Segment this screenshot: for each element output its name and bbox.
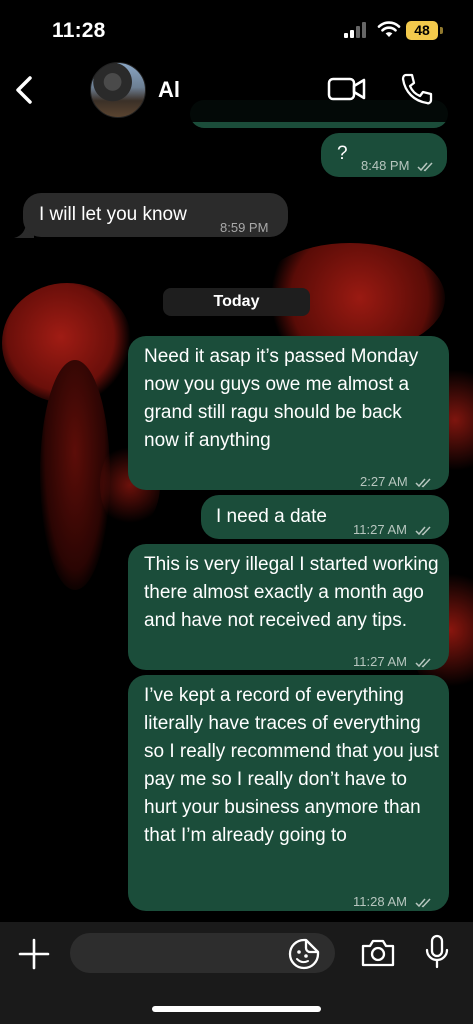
message-time: 11:27 AM [353, 522, 407, 537]
message-bubble-outgoing[interactable]: ? 8:48 PM [321, 133, 447, 177]
battery-tip [440, 27, 443, 34]
double-check-icon [417, 162, 433, 172]
microphone-icon[interactable] [424, 934, 450, 970]
message-text: I need a date [216, 506, 327, 527]
message-bubble-outgoing[interactable]: This is very illegal I started working t… [128, 544, 449, 670]
message-text: This is very illegal I started working t… [144, 554, 439, 631]
sticker-icon[interactable] [287, 937, 321, 971]
double-check-icon [415, 658, 431, 668]
double-check-icon [415, 478, 431, 488]
message-meta: 11:28 AM [353, 888, 433, 916]
message-meta: 2:27 AM [360, 468, 433, 496]
status-time: 11:28 [52, 19, 106, 42]
message-meta: 11:27 AM [353, 516, 433, 544]
wifi-icon [377, 21, 401, 37]
message-bubble-outgoing[interactable]: Need it asap it’s passed Monday now you … [128, 336, 449, 490]
message-bubble-outgoing[interactable]: I’ve kept a record of everything literal… [128, 675, 449, 911]
video-call-icon[interactable] [327, 74, 367, 104]
double-check-icon [415, 898, 431, 908]
message-bubble-outgoing[interactable]: I need a date 11:27 AM [201, 495, 449, 539]
message-time: 11:27 AM [353, 654, 407, 669]
message-meta: 11:27 AM [353, 648, 433, 676]
message-text: ? [337, 143, 348, 164]
home-indicator[interactable] [152, 1006, 321, 1012]
message-bubble-incoming[interactable]: I will let you know 8:59 PM [23, 193, 288, 237]
contact-avatar[interactable] [90, 62, 146, 118]
cellular-signal-icon [344, 22, 370, 38]
message-meta: 8:48 PM [361, 152, 435, 180]
back-chevron-icon[interactable] [10, 70, 40, 110]
message-time: 2:27 AM [360, 474, 408, 489]
double-check-icon [415, 526, 431, 536]
message-text: I will let you know [39, 204, 187, 225]
camera-icon[interactable] [360, 938, 396, 968]
message-time: 11:28 AM [353, 894, 407, 909]
message-text: Need it asap it’s passed Monday now you … [144, 346, 419, 451]
chat-header: Al [0, 58, 473, 122]
message-time: 8:59 PM [220, 220, 269, 235]
message-text: I’ve kept a record of everything literal… [144, 685, 439, 846]
phone-call-icon[interactable] [400, 72, 434, 106]
contact-name[interactable]: Al [158, 77, 180, 103]
battery-indicator: 48 [406, 21, 438, 40]
status-bar: 11:28 48 [0, 0, 473, 58]
plus-icon[interactable] [16, 936, 52, 972]
message-time: 8:48 PM [361, 158, 410, 173]
date-separator: Today [163, 288, 310, 316]
